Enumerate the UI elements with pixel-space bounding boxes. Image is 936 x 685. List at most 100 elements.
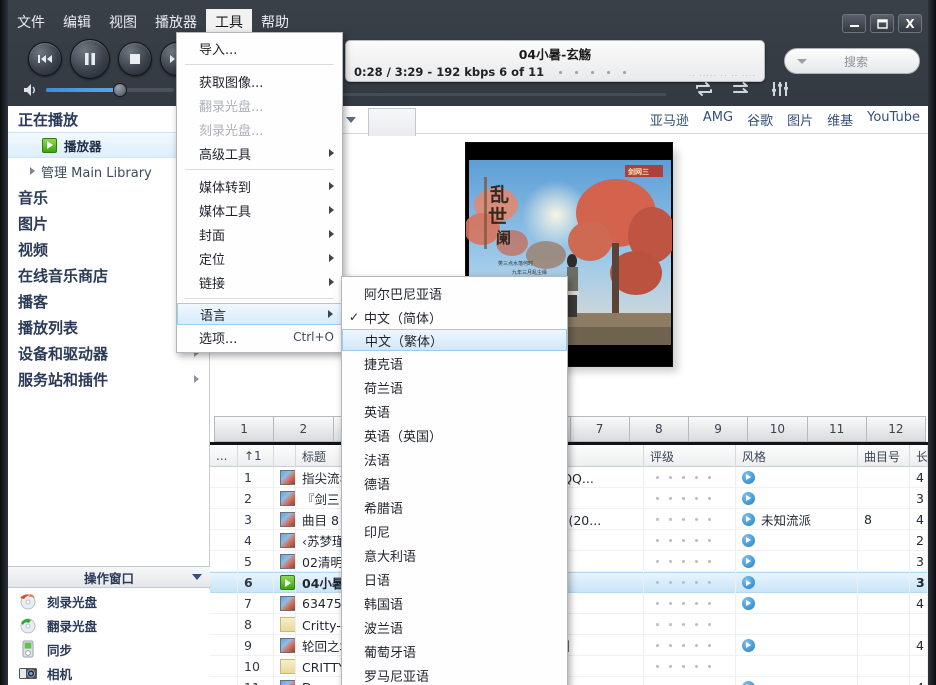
link-amazon[interactable]: 亚马逊 [650,110,689,129]
now-playing-info[interactable]: 04小暑-玄觞 0:28 / 3:29 - 192 kbps 6 of 11 .… [345,40,765,82]
menu-item-locate[interactable]: 定位 [177,246,342,270]
rating-stars[interactable] [650,581,711,584]
table-row[interactable]: 3曲目 8未知唱片集 (20...未知流派84 [210,508,928,530]
number-tab[interactable]: 7 [571,417,630,441]
action-window-header[interactable]: 操作窗口 [8,566,210,588]
menu-item-media-goto[interactable]: 媒体转到 [177,174,342,198]
equalizer-icon[interactable] [770,80,790,98]
column-header-track-number[interactable]: 曲目号 [858,445,910,467]
language-menu-item[interactable]: 英语（英国） [342,423,567,447]
chevron-down-icon[interactable] [797,58,807,64]
content-tab[interactable] [368,108,416,136]
rating-stars[interactable] [650,643,711,647]
table-row[interactable]: 5 02清明-Hit 3 [210,550,928,572]
table-row[interactable]: 11Dream Gir4 [210,676,928,685]
pause-button[interactable] [70,39,110,79]
language-menu-item[interactable]: ✓ 中文（简体） [342,305,567,329]
shuffle-icon[interactable] [732,80,752,98]
maximize-button[interactable] [870,14,894,33]
number-tab[interactable]: 1 [215,417,275,441]
rating-stars[interactable] [650,601,711,605]
genre-go-icon[interactable] [742,533,755,547]
menu-item-get-images[interactable]: 获取图像... [177,69,342,93]
rating-stars[interactable] [650,475,711,479]
number-tab[interactable]: 10 [748,417,808,441]
menu-item-links[interactable]: 链接 [177,270,342,294]
language-menu-item[interactable]: 韩国语 [342,591,567,615]
table-row[interactable]: 10 CRITTY-轮 [210,655,928,677]
rating-stars[interactable] [650,538,711,542]
genre-go-icon[interactable] [742,596,755,610]
previous-track-button[interactable] [28,42,62,76]
table-row[interactable]: 2 『剑三·莫毛 3 [210,487,928,509]
language-menu-item[interactable]: 德语 [342,471,567,495]
genre-go-icon[interactable] [742,512,755,526]
table-row[interactable]: 6 04小暑-玄 3 [210,572,928,593]
language-menu-item[interactable]: 日语 [342,567,567,591]
rating-stars[interactable] [650,559,711,563]
repeat-icon[interactable] [694,80,714,98]
language-menu-item[interactable]: 英语 [342,399,567,423]
chevron-down-icon[interactable] [192,574,202,580]
rating-stars[interactable] [650,496,711,500]
column-header-options[interactable]: ... [210,445,238,467]
menu-item-import[interactable]: 导入... [177,36,342,60]
link-wiki[interactable]: 维基 [827,110,853,129]
genre-go-icon[interactable] [742,470,755,484]
link-images[interactable]: 图片 [787,110,813,129]
language-menu-item[interactable]: 阿尔巴尼亚语 [342,281,567,305]
menu-item-language[interactable]: 语言 [177,303,342,325]
menu-file[interactable]: 文件 [8,9,54,35]
rating-stars[interactable] [650,517,711,521]
menu-view[interactable]: 视图 [100,9,146,35]
link-youtube[interactable]: YouTube [867,110,920,129]
menu-item-media-tools[interactable]: 媒体工具 [177,198,342,222]
language-menu-item[interactable]: 波兰语 [342,615,567,639]
menu-item-advanced-tools[interactable]: 高级工具 [177,141,342,165]
column-header-sort[interactable]: ↑1 [238,445,274,467]
action-item-rip-disc[interactable]: 翻录光盘 [8,613,210,637]
search-input[interactable]: 搜索 [807,53,905,70]
action-item-camera[interactable]: 相机 [8,661,210,685]
sidebar-item-services-plugins[interactable]: 服务站和插件 [8,366,209,392]
column-header-genre[interactable]: 风格 [736,445,858,467]
language-menu-item[interactable]: 希腊语 [342,495,567,519]
chevron-down-icon[interactable] [346,117,356,123]
language-menu-item[interactable]: 捷克语 [342,351,567,375]
link-google[interactable]: 谷歌 [747,110,773,129]
language-menu-item[interactable]: 印尼 [342,519,567,543]
link-amg[interactable]: AMG [703,110,733,129]
menu-item-cover[interactable]: 封面 [177,222,342,246]
stop-button[interactable] [118,42,152,76]
genre-go-icon[interactable] [742,680,755,685]
rating-stars[interactable] [650,622,711,626]
language-menu-item[interactable]: 法语 [342,447,567,471]
language-menu-item[interactable]: 意大利语 [342,543,567,567]
table-row[interactable]: 7 634754619 4 [210,592,928,614]
close-button[interactable]: X [898,14,922,33]
menu-item-options[interactable]: 选项... Ctrl+O [177,325,342,349]
genre-go-icon[interactable] [742,554,755,568]
rating-stars[interactable] [650,664,711,668]
language-menu-item[interactable]: 中文（繁体） [342,329,567,351]
table-row[interactable]: 8 Critty-轮回 [210,613,928,635]
menu-edit[interactable]: 编辑 [54,9,100,35]
search-box[interactable]: 搜索 [784,48,920,74]
number-tab[interactable]: 9 [689,417,749,441]
table-row[interactable]: 4 ‹苏梦瑾›. 2 [210,529,928,551]
table-row[interactable]: 1指尖流年Mr.鱼制作 QQ...4 [210,466,928,488]
column-header-length[interactable]: 长 [910,445,928,467]
genre-go-icon[interactable] [742,576,755,589]
number-tab[interactable]: 8 [630,417,689,441]
table-row[interactable]: 9轮回之境【弦上春雪】4 [210,634,928,656]
action-item-sync[interactable]: 同步 [8,637,210,661]
number-tab[interactable]: 2 [274,417,334,441]
column-header-thumb[interactable] [274,445,296,467]
language-menu-item[interactable]: 葡萄牙语 [342,639,567,663]
genre-go-icon[interactable] [742,491,755,505]
language-menu-item[interactable]: 荷兰语 [342,375,567,399]
minimize-button[interactable] [842,14,866,33]
genre-go-icon[interactable] [742,638,755,652]
language-menu-item[interactable]: 罗马尼亚语 [342,663,567,685]
number-tab[interactable]: 11 [808,417,867,441]
